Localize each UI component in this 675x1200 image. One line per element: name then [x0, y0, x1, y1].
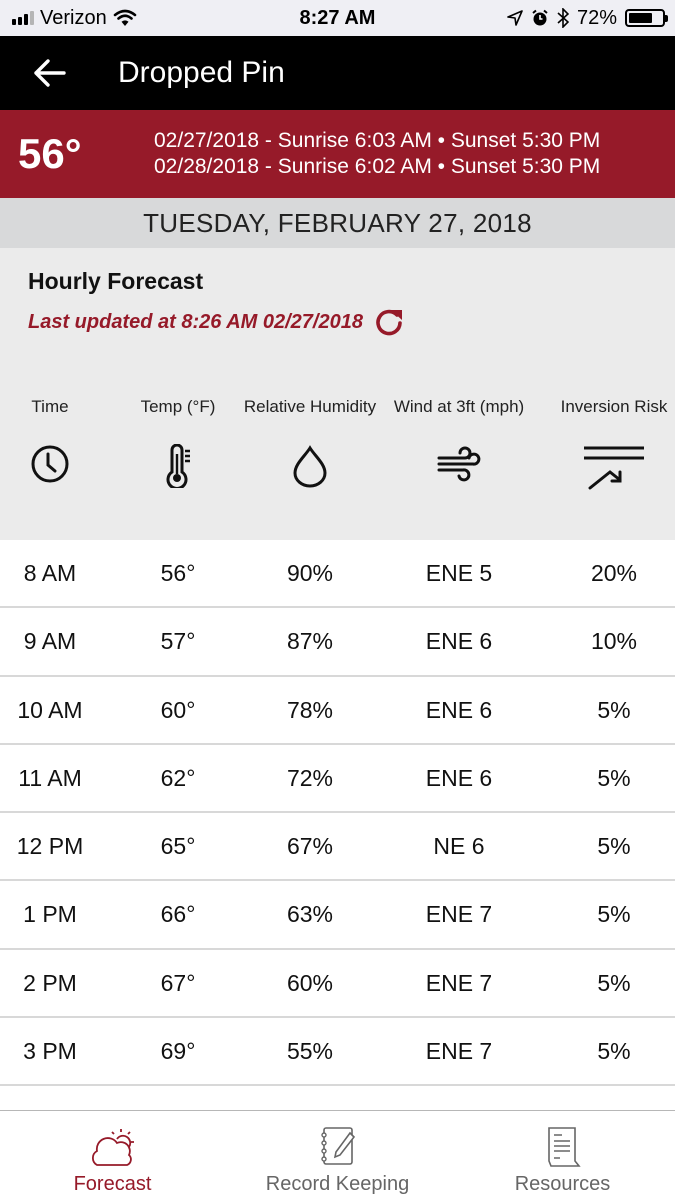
page-title: Dropped Pin [118, 56, 285, 89]
table-row: 11 AM 62° 72% ENE 6 5% [0, 745, 675, 814]
column-temp: Temp (°F) [108, 396, 248, 488]
cell-humidity: 87% [286, 628, 334, 655]
cell-humidity: 60% [286, 969, 334, 996]
tab-resources[interactable]: Resources [450, 1111, 675, 1200]
refresh-icon[interactable] [373, 306, 405, 338]
cell-inversion: 5% [597, 764, 631, 791]
battery-percent: 72% [576, 6, 617, 29]
tab-bar: Forecast Record Keeping Resources [0, 1110, 675, 1200]
cell-inversion: 20% [590, 560, 638, 586]
cell-inversion: 5% [597, 833, 631, 860]
last-updated-text: Last updated at 8:26 AM 02/27/2018 [28, 310, 363, 333]
cell-wind: ENE 6 [425, 764, 493, 791]
cloud-sun-icon [91, 1129, 134, 1166]
cell-humidity: 78% [286, 696, 334, 723]
cell-humidity: 72% [286, 764, 334, 791]
battery-level [629, 13, 653, 23]
thermometer-icon [166, 444, 190, 488]
clock-icon [31, 445, 69, 483]
column-time: Time [0, 396, 120, 484]
column-label: Wind at 3ft (mph) [393, 397, 525, 416]
tab-label: Forecast [73, 1173, 152, 1195]
notebook-pencil-icon [320, 1127, 355, 1165]
cell-time: 9 AM [23, 628, 77, 655]
cell-inversion: 5% [597, 1038, 631, 1065]
cell-time: 10 AM [17, 696, 83, 723]
sun-times-tomorrow: 02/28/2018 - Sunrise 6:02 AM • Sunset 5:… [154, 155, 601, 178]
cell-temp: 66° [160, 901, 196, 928]
table-row: 3 PM 69° 55% ENE 7 5% [0, 1018, 675, 1087]
table-row: 1 PM 66° 63% ENE 7 5% [0, 881, 675, 950]
column-label: Time [31, 397, 69, 416]
column-wind: Wind at 3ft (mph) [389, 396, 529, 484]
cell-temp: 56° [160, 560, 196, 586]
table-row-partial [0, 1086, 675, 1113]
table-row: 9 AM 57° 87% ENE 6 10% [0, 608, 675, 677]
tab-label: Resources [514, 1173, 611, 1195]
cell-temp: 65° [160, 833, 196, 860]
sun-times-today: 02/27/2018 - Sunrise 6:03 AM • Sunset 5:… [154, 129, 601, 152]
document-icon [547, 1127, 581, 1167]
tab-forecast[interactable]: Forecast [0, 1111, 225, 1200]
table-row: 2 PM 67° 60% ENE 7 5% [0, 950, 675, 1019]
arrow-left-icon [34, 59, 66, 87]
wind-icon [437, 446, 481, 482]
cell-humidity: 90% [286, 560, 334, 586]
column-label: Temp (°F) [140, 397, 216, 416]
droplet-icon [293, 445, 327, 488]
cell-inversion: 5% [597, 969, 631, 996]
current-temperature: 56° [18, 130, 82, 177]
column-label: Inversion Risk [560, 397, 668, 416]
cell-temp: 62° [160, 764, 196, 791]
cell-wind: ENE 7 [425, 901, 493, 928]
table-row: 12 PM 65° 67% NE 6 5% [0, 813, 675, 882]
cell-humidity: 67% [286, 833, 334, 860]
inversion-icon [584, 446, 644, 490]
cell-temp: 69° [160, 1038, 196, 1065]
cell-time: 8 AM [23, 560, 77, 586]
alarm-icon [532, 9, 548, 26]
cell-wind: NE 6 [433, 833, 485, 860]
cell-humidity: 55% [286, 1038, 334, 1065]
table-row: 8 AM 56° 90% ENE 5 20% [0, 540, 675, 609]
cell-temp: 60° [160, 696, 196, 723]
tab-label: Record Keeping [265, 1173, 410, 1195]
cell-time: 3 PM [23, 1038, 77, 1065]
location-arrow-icon [507, 10, 523, 26]
cell-wind: ENE 5 [425, 560, 493, 586]
cell-wind: ENE 7 [425, 969, 493, 996]
cell-time: 11 AM [18, 764, 82, 791]
status-bar: Verizon 8:27 AM 72% [0, 0, 675, 36]
cell-humidity: 63% [286, 901, 334, 928]
cell-inversion: 5% [597, 696, 631, 723]
column-humidity: Relative Humidity [240, 396, 380, 488]
column-label: Relative Humidity [243, 397, 377, 416]
column-headers: Time Temp (°F) Relative Humidity Wind at… [0, 396, 675, 516]
app-header: Dropped Pin [0, 36, 675, 110]
column-inversion: Inversion Risk [544, 396, 675, 494]
cell-time: 1 PM [23, 901, 77, 928]
cell-time: 2 PM [23, 969, 77, 996]
cell-inversion: 5% [597, 901, 631, 928]
hourly-forecast-section: Hourly Forecast Last updated at 8:26 AM … [0, 248, 675, 540]
tab-record-keeping[interactable]: Record Keeping [225, 1111, 450, 1200]
date-header: TUESDAY, FEBRUARY 27, 2018 [0, 198, 675, 248]
back-button[interactable] [0, 36, 100, 110]
hourly-table: 8 AM 56° 90% ENE 5 20% 9 AM 57° 87% ENE 6 10% 10 A… [0, 540, 675, 1113]
cell-temp: 67° [160, 969, 196, 996]
section-title: Hourly Forecast [28, 268, 204, 294]
cell-inversion: 10% [590, 628, 638, 655]
cell-wind: ENE 7 [425, 1038, 493, 1065]
cell-temp: 57° [160, 628, 196, 655]
bluetooth-icon [557, 8, 569, 28]
cell-wind: ENE 6 [425, 628, 493, 655]
cell-wind: ENE 6 [425, 696, 493, 723]
battery-icon [625, 9, 668, 27]
weather-banner: 56° 02/27/2018 - Sunrise 6:03 AM • Sunse… [0, 110, 675, 198]
table-row: 10 AM 60° 78% ENE 6 5% [0, 677, 675, 745]
cell-time: 12 PM [16, 833, 84, 860]
